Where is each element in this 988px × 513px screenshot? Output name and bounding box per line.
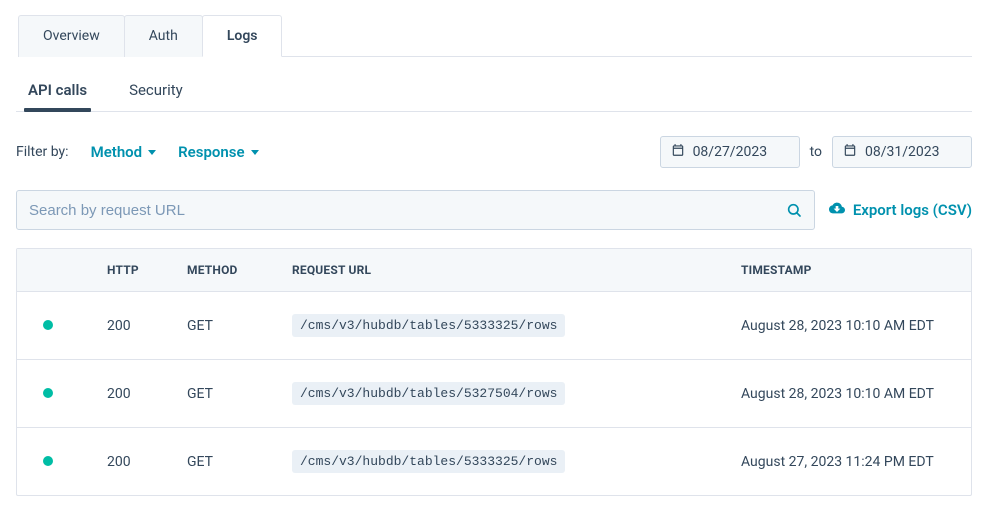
- method-filter-dropdown[interactable]: Method: [91, 143, 157, 161]
- filter-by-label: Filter by:: [16, 144, 69, 160]
- table-row[interactable]: 200 GET /cms/v3/hubdb/tables/5333325/row…: [17, 292, 971, 360]
- cell-http: 200: [107, 454, 187, 470]
- tab-auth[interactable]: Auth: [124, 15, 203, 57]
- tab-logs[interactable]: Logs: [202, 15, 283, 57]
- date-from-input[interactable]: 08/27/2023: [660, 136, 800, 168]
- tabs-sub: API calls Security: [16, 75, 972, 112]
- date-range: 08/27/2023 to 08/31/2023: [660, 136, 972, 168]
- chevron-down-icon: [251, 150, 259, 155]
- table-header: HTTP METHOD REQUEST URL TIMESTAMP: [17, 249, 971, 292]
- status-dot-icon: [43, 320, 53, 330]
- date-to-value: 08/31/2023: [865, 144, 940, 160]
- search-icon[interactable]: [786, 202, 802, 218]
- cell-method: GET: [187, 318, 292, 334]
- logs-table: HTTP METHOD REQUEST URL TIMESTAMP 200 GE…: [16, 248, 972, 496]
- cell-timestamp: August 28, 2023 10:10 AM EDT: [741, 386, 971, 402]
- tabs-top: Overview Auth Logs: [18, 14, 972, 57]
- cell-method: GET: [187, 386, 292, 402]
- export-logs-label: Export logs (CSV): [853, 201, 972, 219]
- filter-row: Filter by: Method Response 08/27/2023 to…: [16, 136, 972, 168]
- date-to-input[interactable]: 08/31/2023: [832, 136, 972, 168]
- cloud-download-icon: [829, 200, 845, 220]
- chevron-down-icon: [148, 150, 156, 155]
- filter-left: Filter by: Method Response: [16, 143, 259, 161]
- cell-url: /cms/v3/hubdb/tables/5333325/rows: [292, 450, 565, 473]
- header-timestamp: TIMESTAMP: [741, 263, 971, 277]
- cell-method: GET: [187, 454, 292, 470]
- header-method: METHOD: [187, 263, 292, 277]
- tab-overview[interactable]: Overview: [18, 15, 125, 57]
- response-filter-label: Response: [178, 143, 244, 161]
- status-dot-icon: [43, 388, 53, 398]
- cell-http: 200: [107, 318, 187, 334]
- response-filter-dropdown[interactable]: Response: [178, 143, 258, 161]
- tab-security[interactable]: Security: [129, 75, 183, 111]
- tab-api-calls[interactable]: API calls: [28, 75, 87, 111]
- header-url: REQUEST URL: [292, 263, 741, 277]
- cell-timestamp: August 27, 2023 11:24 PM EDT: [741, 454, 971, 470]
- date-to-label: to: [810, 144, 822, 160]
- date-from-value: 08/27/2023: [693, 144, 768, 160]
- export-logs-button[interactable]: Export logs (CSV): [829, 200, 972, 220]
- search-input[interactable]: [29, 202, 786, 219]
- calendar-icon: [671, 143, 685, 161]
- table-row[interactable]: 200 GET /cms/v3/hubdb/tables/5327504/row…: [17, 360, 971, 428]
- status-dot-icon: [43, 456, 53, 466]
- table-row[interactable]: 200 GET /cms/v3/hubdb/tables/5333325/row…: [17, 428, 971, 495]
- method-filter-label: Method: [91, 143, 143, 161]
- cell-url: /cms/v3/hubdb/tables/5333325/rows: [292, 314, 565, 337]
- search-box[interactable]: [16, 190, 815, 230]
- cell-url: /cms/v3/hubdb/tables/5327504/rows: [292, 382, 565, 405]
- cell-timestamp: August 28, 2023 10:10 AM EDT: [741, 318, 971, 334]
- header-http: HTTP: [107, 263, 187, 277]
- calendar-icon: [843, 143, 857, 161]
- cell-http: 200: [107, 386, 187, 402]
- search-row: Export logs (CSV): [16, 190, 972, 230]
